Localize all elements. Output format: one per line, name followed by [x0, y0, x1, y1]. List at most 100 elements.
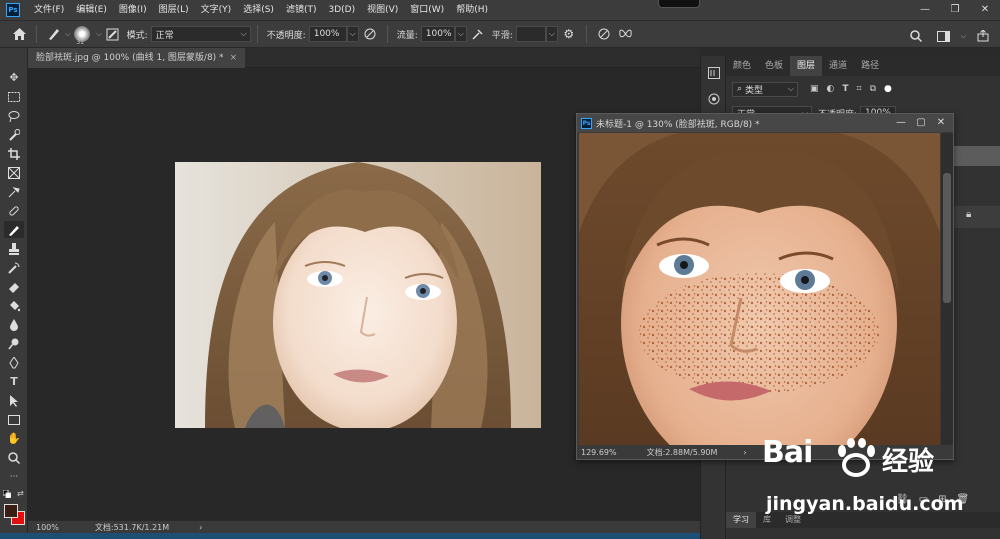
share-icon[interactable]	[972, 25, 994, 47]
tab-color[interactable]: 颜色	[726, 56, 758, 76]
watermark-url: jingyan.baidu.com	[766, 493, 964, 515]
lock-icon[interactable]: 🔒︎	[966, 209, 971, 220]
pressure-size-icon[interactable]	[593, 23, 615, 45]
more-tools-icon[interactable]: ···	[4, 468, 24, 485]
menu-layer[interactable]: 图层(L)	[153, 0, 195, 20]
airbrush-icon[interactable]	[467, 23, 489, 45]
flow-dropdown[interactable]: ⌵	[454, 26, 467, 42]
floating-window-titlebar[interactable]: Ps 未标题-1 @ 130% (脸部祛斑, RGB/8) * — ▢ ✕	[577, 114, 953, 132]
status-menu-icon[interactable]: ›	[743, 448, 746, 457]
document-size: 文档:531.7K/1.21M	[94, 522, 170, 532]
chevron-down-icon[interactable]: ⌵	[65, 30, 70, 39]
pen-tool-icon[interactable]	[4, 354, 24, 371]
filter-toggle-icon[interactable]: ●	[884, 84, 892, 94]
photoshop-logo-icon: Ps	[6, 3, 20, 17]
document-tab[interactable]: 脸部祛斑.jpg @ 100% (曲线 1, 图层蒙版/8) * ×	[28, 48, 246, 68]
tab-swatches[interactable]: 色板	[758, 56, 790, 76]
minimize-button[interactable]: —	[891, 114, 911, 132]
canvas-image[interactable]	[175, 162, 541, 428]
blur-tool-icon[interactable]	[4, 316, 24, 333]
scrollbar-thumb[interactable]	[943, 173, 951, 303]
chevron-down-icon[interactable]: ⌵	[961, 25, 966, 47]
menu-view[interactable]: 视图(V)	[361, 0, 404, 20]
floating-canvas-image[interactable]	[579, 133, 940, 445]
smooth-dropdown[interactable]: ⌵	[545, 26, 558, 42]
eyedropper-tool-icon[interactable]	[4, 183, 24, 200]
lasso-tool-icon[interactable]	[4, 107, 24, 124]
opacity-dropdown[interactable]: ⌵	[346, 26, 359, 42]
opacity-input[interactable]: 100%	[308, 26, 347, 42]
menu-window[interactable]: 窗口(W)	[404, 0, 450, 20]
tab-close-icon[interactable]: ×	[230, 53, 238, 63]
status-menu-icon[interactable]: ›	[199, 523, 202, 532]
chevron-down-icon: ⌵	[349, 29, 356, 38]
maximize-button[interactable]: ▢	[911, 114, 931, 132]
shape-filter-icon[interactable]: ⌗	[857, 84, 862, 94]
layer-filter-select[interactable]: ⌕ 类型 ⌵	[732, 81, 798, 97]
menu-3d[interactable]: 3D(D)	[322, 0, 361, 20]
swap-colors-icon[interactable]: ⇄	[17, 489, 24, 498]
brush-tool-preset-icon[interactable]	[43, 23, 65, 45]
adjustment-filter-icon[interactable]: ◐	[827, 84, 835, 94]
layer-row[interactable]: 🔒︎	[954, 206, 1000, 228]
adjustments-panel-icon[interactable]	[705, 90, 723, 108]
tab-layers[interactable]: 图层	[790, 56, 823, 76]
history-brush-tool-icon[interactable]	[4, 259, 24, 276]
zoom-tool-icon[interactable]	[4, 449, 24, 466]
history-panel-icon[interactable]	[705, 64, 723, 82]
default-colors-icon[interactable]	[2, 489, 12, 499]
home-icon[interactable]	[8, 23, 30, 45]
smart-object-filter-icon[interactable]: ⧉	[870, 84, 876, 94]
document-tab-title: 脸部祛斑.jpg @ 100% (曲线 1, 图层蒙版/8) *	[36, 53, 224, 63]
floating-document-window[interactable]: Ps 未标题-1 @ 130% (脸部祛斑, RGB/8) * — ▢ ✕ 12…	[576, 113, 954, 460]
image-filter-icon[interactable]: ▣	[810, 84, 819, 94]
quick-selection-tool-icon[interactable]	[4, 126, 24, 143]
menu-help[interactable]: 帮助(H)	[450, 0, 494, 20]
menu-edit[interactable]: 编辑(E)	[70, 0, 113, 20]
tab-learn[interactable]: 学习	[726, 512, 756, 528]
mode-select[interactable]: 正常 ⌵	[150, 26, 251, 42]
tab-paths[interactable]: 路径	[854, 56, 886, 76]
close-button[interactable]: ✕	[970, 0, 1000, 20]
menu-type[interactable]: 文字(Y)	[195, 0, 238, 20]
vertical-scrollbar[interactable]	[941, 133, 953, 445]
clone-stamp-tool-icon[interactable]	[4, 240, 24, 257]
paint-bucket-tool-icon[interactable]	[4, 297, 24, 314]
layer-row[interactable]	[954, 146, 1000, 166]
workspace-icon[interactable]	[933, 25, 955, 47]
system-indicator	[658, 0, 700, 8]
frame-tool-icon[interactable]	[4, 164, 24, 181]
menu-select[interactable]: 选择(S)	[237, 0, 280, 20]
brush-settings-icon[interactable]	[102, 23, 124, 45]
dodge-tool-icon[interactable]	[4, 335, 24, 352]
rectangle-tool-icon[interactable]	[4, 411, 24, 428]
brush-tool-icon[interactable]	[4, 221, 24, 238]
marquee-tool-icon[interactable]	[4, 88, 24, 105]
flow-input[interactable]: 100%	[420, 26, 455, 42]
zoom-level[interactable]: 100%	[36, 523, 59, 532]
tab-channels[interactable]: 通道	[822, 56, 854, 76]
floating-document-size: 文档:2.88M/5.90M	[646, 447, 718, 457]
gear-icon[interactable]: ⚙	[558, 23, 580, 45]
move-tool-icon[interactable]: ✥	[4, 69, 24, 86]
type-tool-icon[interactable]: T	[4, 373, 24, 390]
smooth-input[interactable]	[515, 26, 546, 42]
brush-preview[interactable]: 31	[74, 26, 91, 46]
minimize-button[interactable]: —	[910, 0, 940, 20]
close-button[interactable]: ✕	[931, 114, 951, 132]
crop-tool-icon[interactable]	[4, 145, 24, 162]
search-icon[interactable]	[905, 25, 927, 47]
eraser-tool-icon[interactable]	[4, 278, 24, 295]
menu-image[interactable]: 图像(I)	[113, 0, 153, 20]
hand-tool-icon[interactable]: ✋	[4, 430, 24, 447]
foreground-color-swatch[interactable]	[4, 504, 18, 518]
healing-brush-tool-icon[interactable]	[4, 202, 24, 219]
pressure-opacity-icon[interactable]	[359, 23, 381, 45]
type-filter-icon[interactable]: T	[842, 84, 848, 94]
restore-button[interactable]: ❐	[940, 0, 970, 20]
floating-zoom-level[interactable]: 129.69%	[581, 448, 617, 457]
symmetry-butterfly-icon[interactable]	[615, 23, 637, 45]
menu-file[interactable]: 文件(F)	[28, 0, 70, 20]
menu-filter[interactable]: 滤镜(T)	[280, 0, 323, 20]
path-selection-tool-icon[interactable]	[4, 392, 24, 409]
